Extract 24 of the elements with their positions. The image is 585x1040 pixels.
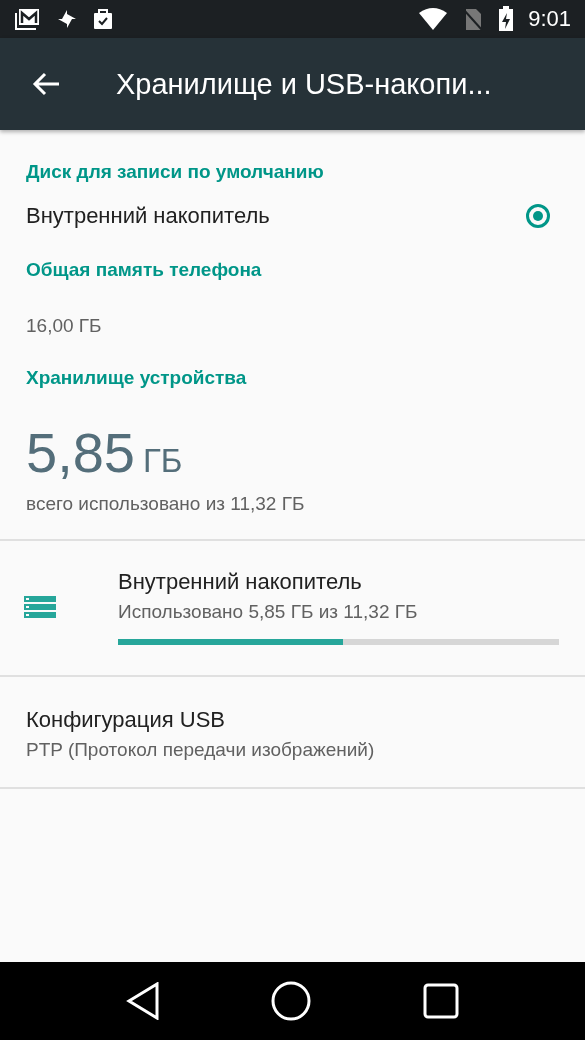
clipboard-check-icon bbox=[92, 8, 114, 30]
used-unit: ГБ bbox=[143, 442, 183, 480]
radio-button[interactable] bbox=[526, 204, 550, 228]
item-subtitle: Использовано 5,85 ГБ из 11,32 ГБ bbox=[118, 601, 419, 623]
section-header: Хранилище устройства bbox=[25, 367, 248, 389]
home-icon[interactable] bbox=[271, 981, 312, 1021]
usb-setting[interactable]: Конфигурация USB PTP (Протокол передачи изображений) bbox=[0, 677, 585, 789]
back-icon[interactable] bbox=[125, 982, 160, 1020]
used-amount: 5,85 bbox=[26, 423, 135, 483]
wifi-icon bbox=[418, 7, 449, 31]
clock: 9:01 bbox=[528, 6, 571, 32]
item-title: Внутренний накопитель bbox=[118, 569, 363, 595]
storage-option[interactable]: Внутренний накопитель bbox=[0, 183, 585, 229]
recents-icon[interactable] bbox=[423, 983, 460, 1019]
usage-summary: всего использовано из 11,32 ГБ bbox=[0, 483, 585, 541]
screen-title: Хранилище и USB-накопи... bbox=[116, 67, 492, 101]
storage-icon bbox=[24, 596, 56, 618]
storage-item[interactable]: Внутренний накопитель Использовано 5,85 ГБ из 11,32 ГБ bbox=[0, 541, 585, 677]
memory-value: 16,00 ГБ bbox=[25, 314, 103, 337]
section-header: Общая память телефона bbox=[25, 259, 263, 281]
mail-icon bbox=[14, 7, 42, 31]
battery-charging-icon bbox=[498, 6, 515, 32]
section-header: Диск для записи по умолчанию bbox=[25, 161, 325, 183]
back-arrow-icon[interactable] bbox=[32, 72, 60, 96]
